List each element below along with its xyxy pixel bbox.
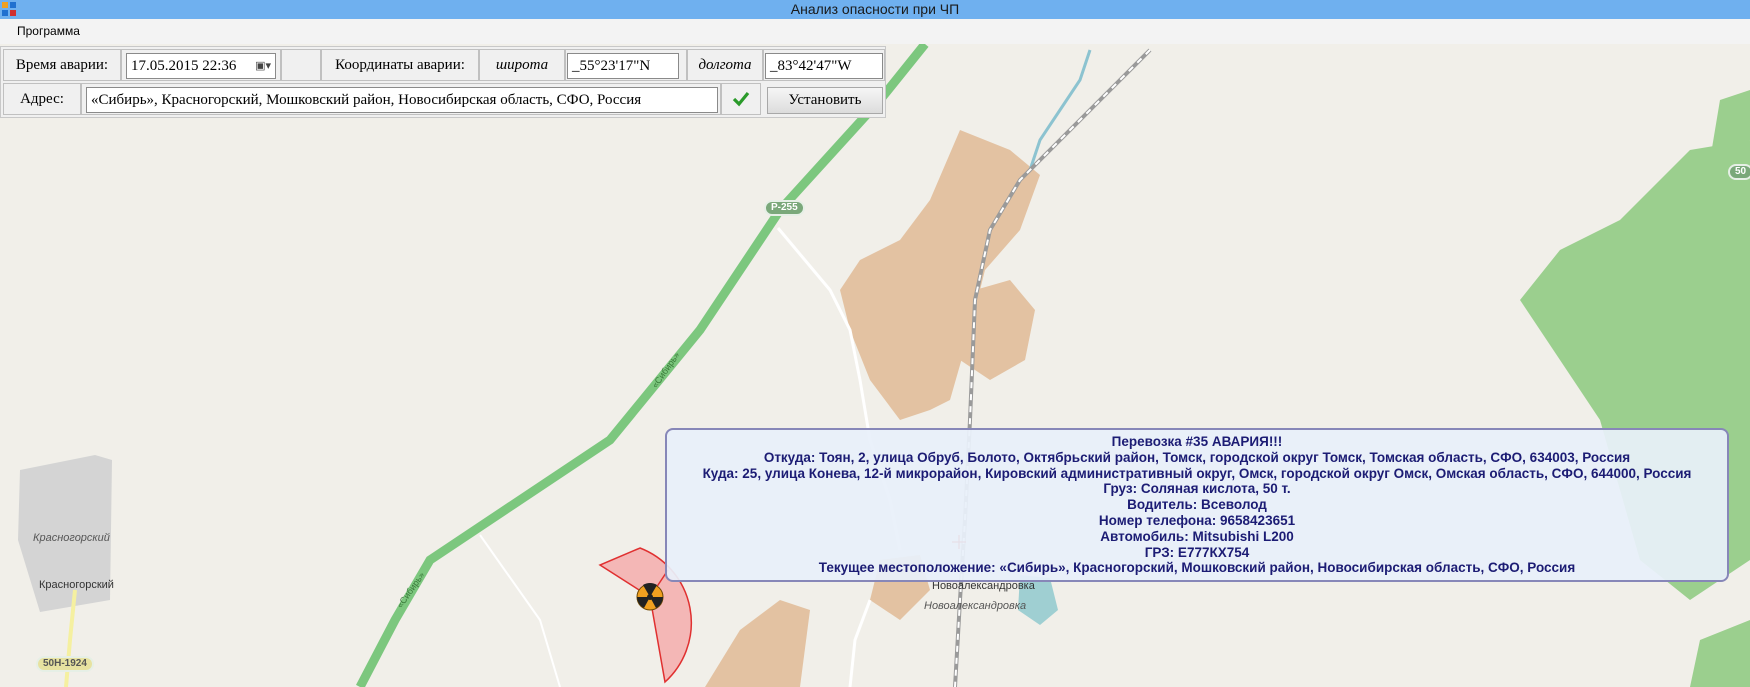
longitude-label: долгота bbox=[698, 57, 752, 73]
datetime-value: 17.05.2015 22:36 bbox=[131, 58, 237, 74]
popup-phone: Номер телефона: 9658423651 bbox=[1098, 512, 1296, 528]
menu-item-program[interactable]: Программа bbox=[17, 24, 80, 38]
popup-plate: ГРЗ: Е777КХ754 bbox=[1144, 544, 1250, 560]
checkmark-icon[interactable] bbox=[731, 89, 751, 109]
popup-from: Откуда: Тоян, 2, улица Обруб, Болото, Ок… bbox=[763, 449, 1631, 465]
road-shield-50: 50 bbox=[1728, 164, 1750, 180]
set-button[interactable]: Установить bbox=[767, 87, 883, 114]
popup-title: Перевозка #35 АВАРИЯ!!! bbox=[1111, 434, 1283, 449]
map-view[interactable] bbox=[0, 44, 1750, 687]
calendar-dropdown-icon[interactable]: ▣▾ bbox=[255, 54, 271, 78]
latitude-input[interactable]: _55°23'17"N bbox=[567, 53, 679, 79]
time-label: Время аварии: bbox=[15, 57, 109, 73]
popup-cargo: Груз: Соляная кислота, 50 т. bbox=[1103, 481, 1291, 497]
menu-bar: Программа bbox=[0, 19, 1750, 45]
popup-driver: Водитель: Всеволод bbox=[1127, 497, 1267, 513]
latitude-label: широта bbox=[495, 57, 549, 73]
longitude-input[interactable]: _83°42'47"W bbox=[765, 53, 883, 79]
window-titlebar: Анализ опасности при ЧП bbox=[0, 0, 1750, 19]
accident-info-popup: Перевозка #35 АВАРИЯ!!! Откуда: Тоян, 2,… bbox=[665, 428, 1729, 582]
popup-location: Текущее местоположение: «Сибирь», Красно… bbox=[818, 560, 1576, 576]
popup-vehicle: Автомобиль: Mitsubishi L200 bbox=[1100, 528, 1294, 544]
datetime-picker[interactable]: 17.05.2015 22:36 ▣▾ bbox=[126, 53, 276, 79]
app-icon bbox=[2, 2, 16, 16]
road-shield-p255: Р-255 bbox=[764, 200, 805, 216]
road-shield-50n1924: 50Н-1924 bbox=[36, 656, 94, 672]
accident-form: Время аварии: 17.05.2015 22:36 ▣▾ Коорди… bbox=[0, 46, 886, 118]
address-label: Адрес: bbox=[20, 91, 64, 107]
map-label-krasnogorsky: Красногорский bbox=[39, 579, 114, 591]
window-title: Анализ опасности при ЧП bbox=[790, 1, 960, 17]
map-label-krasnogorsky-area: Красногорский bbox=[33, 532, 110, 544]
map-label-novoalexandrovka-area: Новоалександровка bbox=[924, 600, 1027, 612]
address-input[interactable]: «Сибирь», Красногорский, Мошковский райо… bbox=[86, 87, 718, 113]
popup-to: Куда: 25, улица Конева, 12-й микрорайон,… bbox=[702, 465, 1692, 481]
coordinates-label: Координаты аварии: bbox=[335, 57, 465, 73]
